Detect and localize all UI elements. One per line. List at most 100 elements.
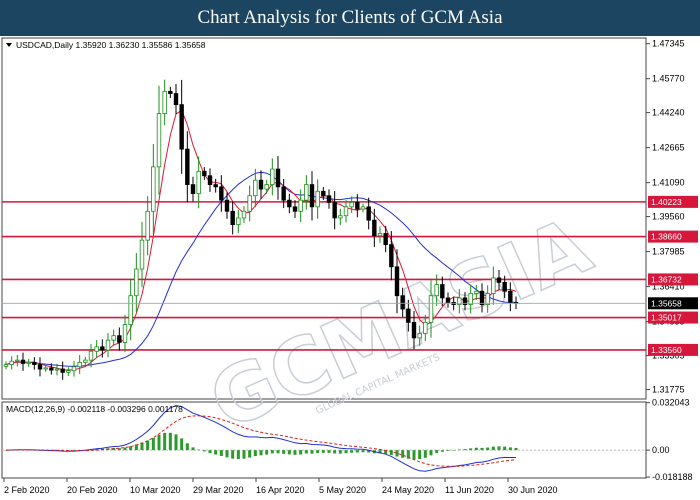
candle-body <box>349 201 354 208</box>
candle-body <box>66 370 71 373</box>
candle-body <box>508 290 513 303</box>
macd-hist-bar <box>469 448 473 451</box>
candle-body <box>474 290 479 294</box>
macd-hist-bar <box>350 450 354 453</box>
candle-body <box>326 195 332 203</box>
level-label: 1.36732 <box>651 274 682 284</box>
candle-body <box>168 90 173 94</box>
candle-body <box>196 170 201 194</box>
macd-hist-bar <box>146 440 150 451</box>
y-tick-label: 1.47345 <box>652 39 685 49</box>
x-tick-label: 2 Feb 2020 <box>4 485 50 495</box>
macd-hist-bar <box>429 450 433 456</box>
candle-body <box>440 284 445 299</box>
x-tick-label: 11 Jun 2020 <box>445 485 494 495</box>
candle-body <box>162 90 167 114</box>
y-tick-label: 1.41090 <box>652 178 685 188</box>
macd-hist-bar <box>287 450 291 455</box>
macd-hist-bar <box>253 450 257 457</box>
candle-body <box>230 210 235 226</box>
candle-body <box>49 367 54 371</box>
x-tick-label: 24 May 2020 <box>382 485 434 495</box>
candle-body <box>219 186 224 201</box>
candle-body <box>304 184 309 201</box>
macd-hist-bar <box>151 437 155 451</box>
candle-body <box>264 184 269 190</box>
candle-body <box>202 170 207 177</box>
x-tick-label: 29 Mar 2020 <box>193 485 244 495</box>
candle-body <box>287 199 292 208</box>
candle-body <box>241 210 247 219</box>
candle-body <box>156 113 162 168</box>
macd-hist-bar <box>440 450 444 452</box>
level-label: 1.40223 <box>651 197 682 207</box>
candle-body <box>281 186 286 201</box>
candle-body <box>60 368 65 373</box>
macd-hist-bar <box>185 443 189 451</box>
macd-hist-bar <box>276 450 280 454</box>
candle-body <box>94 346 99 352</box>
candle-body <box>190 184 196 194</box>
macd-hist-bar <box>338 450 342 454</box>
watermark-text: GCMASIA <box>197 201 603 448</box>
macd-hist-bar <box>321 450 325 453</box>
x-tick-label: 20 Feb 2020 <box>67 485 118 495</box>
candle-body <box>309 184 315 208</box>
candle-body <box>111 335 116 341</box>
macd-hist-bar <box>412 450 416 460</box>
macd-hist-bar <box>304 450 308 454</box>
macd-hist-bar <box>463 449 467 451</box>
macd-hist-bar <box>508 447 512 451</box>
chart-canvas: GCMASIAGLOBAL CAPITAL MARKETS 1.47345 1.45… <box>1 37 698 495</box>
candle-body <box>491 277 496 294</box>
candle-body <box>258 179 264 190</box>
macd-hist-bar <box>418 450 422 460</box>
candle-body <box>32 361 37 365</box>
candle-body <box>100 346 105 351</box>
macd-hist-bar <box>163 432 167 451</box>
x-tick-label: 30 Jun 2020 <box>508 485 558 495</box>
x-tick-label: 10 Mar 2020 <box>130 485 181 495</box>
macd-hist-bar <box>480 447 484 451</box>
candle-body <box>145 210 150 241</box>
level-label: 1.38660 <box>651 232 682 242</box>
candle-body <box>343 206 349 217</box>
macd-hist-bar <box>401 450 405 458</box>
macd-hist-bar <box>457 449 461 451</box>
macd-hist-bar <box>293 450 297 455</box>
x-tick-label: 5 May 2020 <box>319 485 366 495</box>
macd-hist-bar <box>265 450 269 455</box>
macd-hist-bar <box>180 438 184 451</box>
candle-body <box>394 266 400 297</box>
candle-body <box>445 297 451 303</box>
candle-body <box>372 219 377 237</box>
candle-body <box>270 168 275 186</box>
y-tick-label: 1.31775 <box>652 385 685 395</box>
candle-body <box>389 244 394 268</box>
candle-body <box>411 321 417 339</box>
macd-hist-bar <box>242 450 246 459</box>
candle-body <box>54 368 60 371</box>
macd-y-tick-label: 0.00 <box>652 445 670 455</box>
candle-body <box>236 217 241 226</box>
candle-body <box>88 350 94 361</box>
x-tick-label: 16 Apr 2020 <box>256 485 305 495</box>
macd-hist-bar <box>157 434 161 451</box>
candle-body <box>179 104 184 150</box>
macd-hist-bar <box>231 450 235 459</box>
macd-hist-bar <box>497 446 501 451</box>
macd-y-tick-label: 0.032043 <box>652 398 690 408</box>
candle-body <box>292 206 298 212</box>
y-tick-label: 1.37985 <box>652 247 685 257</box>
macd-hist-bar <box>344 450 348 454</box>
macd-hist-bar <box>197 449 201 451</box>
macd-hist-bar <box>236 450 240 460</box>
macd-hist-bar <box>474 447 478 451</box>
candle-body <box>117 335 122 343</box>
candle-body <box>417 333 422 339</box>
chevron-down-icon <box>6 43 12 47</box>
macd-hist-bar <box>327 450 331 453</box>
candle-body <box>151 166 156 212</box>
current-price-label: 1.35658 <box>651 298 682 308</box>
candle-body <box>43 367 48 370</box>
